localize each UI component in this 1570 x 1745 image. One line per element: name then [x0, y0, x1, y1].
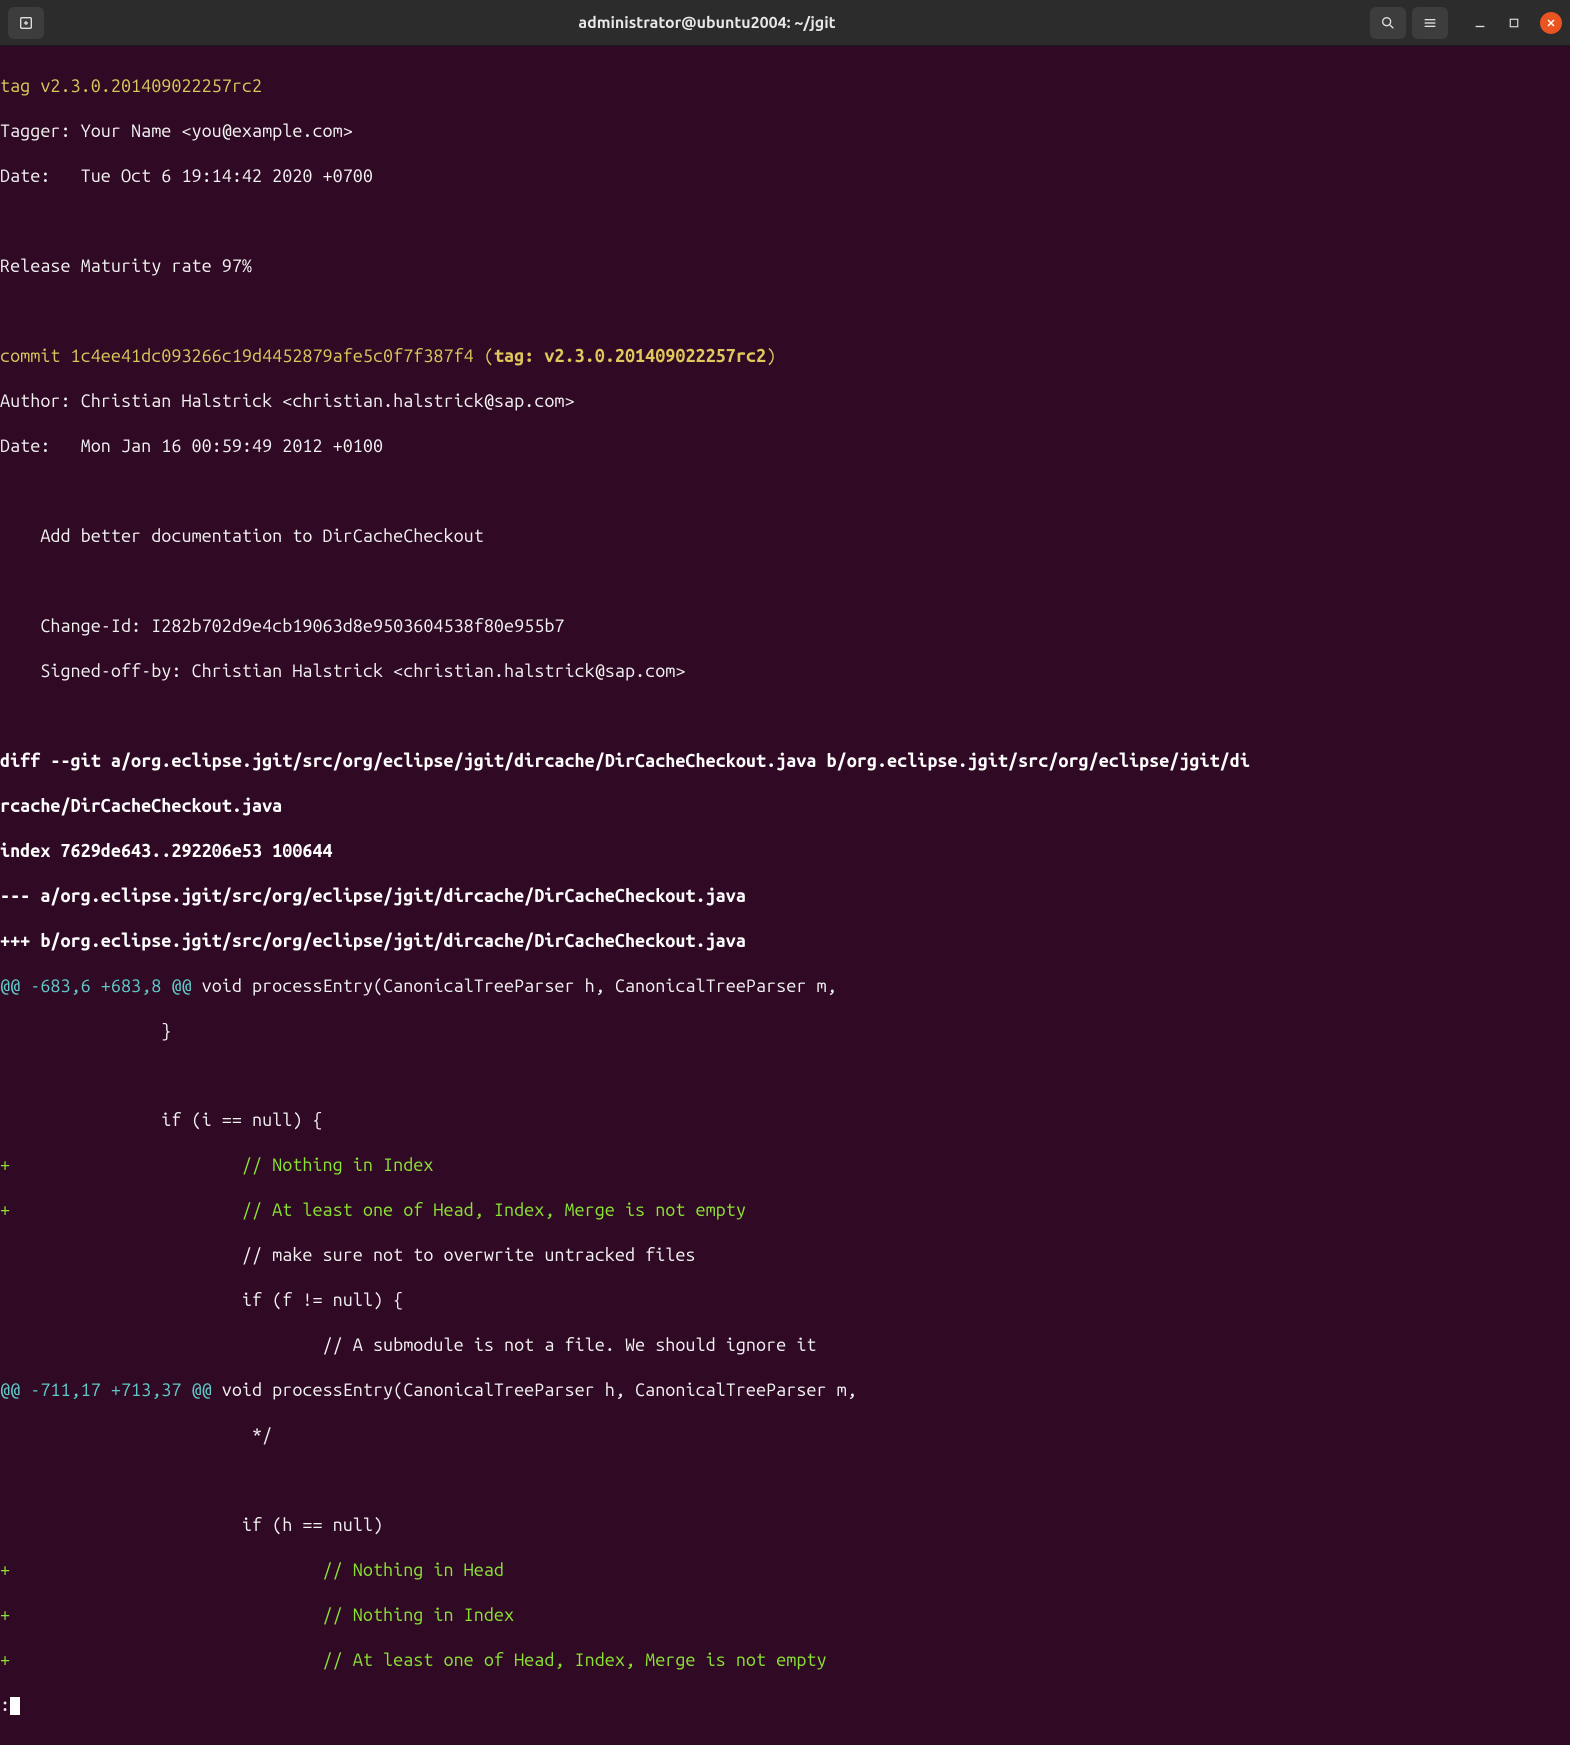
hunk1-range: @@ -683,6 +683,8 @@: [0, 976, 192, 996]
close-button[interactable]: [1540, 12, 1562, 34]
commit-date-line: Date: Mon Jan 16 00:59:49 2012 +0100: [0, 435, 1570, 458]
plus-file-line: +++ b/org.eclipse.jgit/src/org/eclipse/j…: [0, 930, 1570, 953]
release-line: Release Maturity rate 97%: [0, 255, 1570, 278]
cursor: [10, 1697, 20, 1715]
tag-line: tag v2.3.0.201409022257rc2: [0, 75, 1570, 98]
tagger-line: Tagger: Your Name <you@example.com>: [0, 120, 1570, 143]
paren-open: (: [484, 346, 494, 366]
diff-header-line1: diff --git a/org.eclipse.jgit/src/org/ec…: [0, 750, 1570, 773]
commit-msg-blank: [0, 570, 1570, 593]
paren-close: ): [766, 346, 776, 366]
hunk1-header: @@ -683,6 +683,8 @@ void processEntry(Ca…: [0, 975, 1570, 998]
ctx-if-f-null: if (f != null) {: [0, 1289, 1570, 1312]
ctx-make-sure: // make sure not to overwrite untracked …: [0, 1244, 1570, 1267]
add-nothing-in-index2: + // Nothing in Index: [0, 1604, 1570, 1627]
ctx-if-i-null: if (i == null) {: [0, 1109, 1570, 1132]
hunk2-header: @@ -711,17 +713,37 @@ void processEntry(…: [0, 1379, 1570, 1402]
commit-tag-ref: tag: v2.3.0.201409022257rc2: [494, 346, 766, 366]
new-tab-button[interactable]: [8, 7, 44, 39]
index-line: index 7629de643..292206e53 100644: [0, 840, 1570, 863]
hunk2-ctx: void processEntry(CanonicalTreeParser h,…: [212, 1380, 857, 1400]
hunk2-range: @@ -711,17 +713,37 @@: [0, 1380, 212, 1400]
menu-button[interactable]: [1412, 7, 1448, 39]
hunk1-ctx: void processEntry(CanonicalTreeParser h,…: [192, 976, 837, 996]
ctx-brace: }: [0, 1020, 1570, 1043]
titlebar: administrator@ubuntu2004: ~/jgit: [0, 0, 1570, 46]
ctx-if-h-null: if (h == null): [0, 1514, 1570, 1537]
terminal-output[interactable]: tag v2.3.0.201409022257rc2 Tagger: Your …: [0, 46, 1570, 1745]
ctx-blank2: [0, 1469, 1570, 1491]
add-nothing-in-index: + // Nothing in Index: [0, 1154, 1570, 1177]
change-id-line: Change-Id: I282b702d9e4cb19063d8e9503604…: [0, 615, 1570, 638]
pager-prompt[interactable]: :: [0, 1694, 1570, 1717]
author-line: Author: Christian Halstrick <christian.h…: [0, 390, 1570, 413]
ctx-blank: [0, 1065, 1570, 1087]
window-title: administrator@ubuntu2004: ~/jgit: [44, 13, 1370, 33]
commit-hash: commit 1c4ee41dc093266c19d4452879afe5c0f…: [0, 346, 484, 366]
add-nothing-in-head: + // Nothing in Head: [0, 1559, 1570, 1582]
add-at-least-one2: + // At least one of Head, Index, Merge …: [0, 1649, 1570, 1672]
commit-line: commit 1c4ee41dc093266c19d4452879afe5c0f…: [0, 345, 1570, 368]
ctx-star-slash: */: [0, 1424, 1570, 1447]
commit-msg-title: Add better documentation to DirCacheChec…: [0, 525, 1570, 548]
minimize-button[interactable]: [1472, 15, 1488, 31]
add-at-least-one: + // At least one of Head, Index, Merge …: [0, 1199, 1570, 1222]
diff-header-line2: rcache/DirCacheCheckout.java: [0, 795, 1570, 818]
tag-date-line: Date: Tue Oct 6 19:14:42 2020 +0700: [0, 165, 1570, 188]
minus-file-line: --- a/org.eclipse.jgit/src/org/eclipse/j…: [0, 885, 1570, 908]
signed-off-line: Signed-off-by: Christian Halstrick <chri…: [0, 660, 1570, 683]
search-button[interactable]: [1370, 7, 1406, 39]
maximize-button[interactable]: [1506, 15, 1522, 31]
ctx-submodule: // A submodule is not a file. We should …: [0, 1334, 1570, 1357]
